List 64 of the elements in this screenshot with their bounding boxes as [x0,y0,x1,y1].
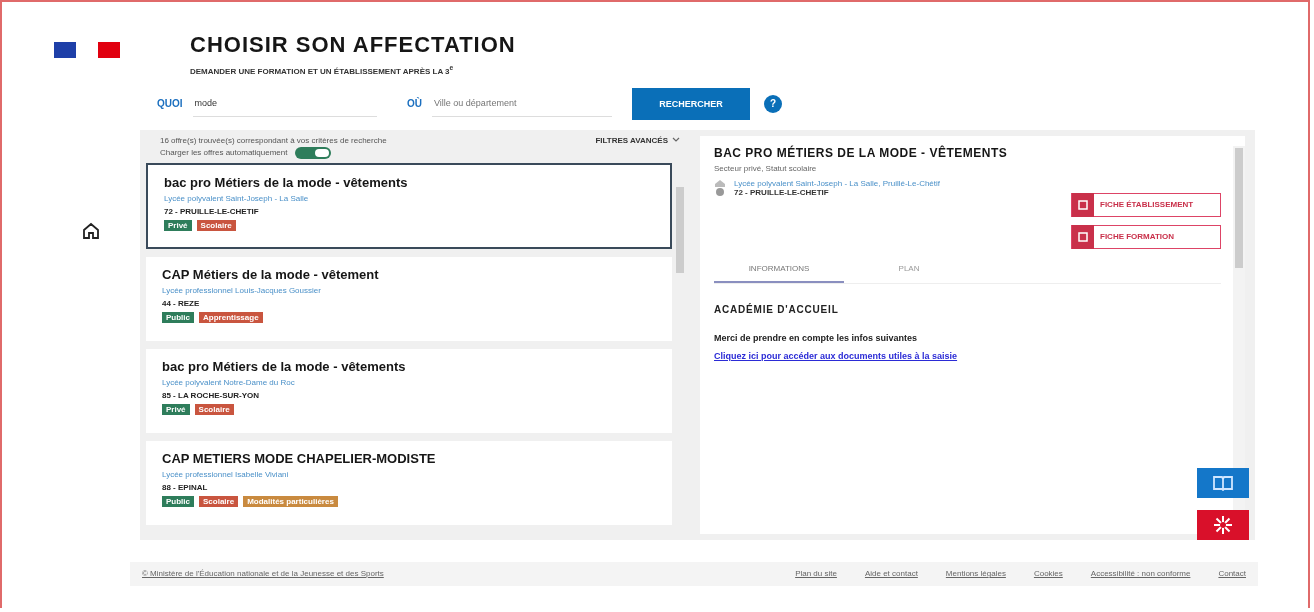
footer-link[interactable]: Plan du site [795,569,837,579]
offer-title: bac pro Métiers de la mode - vêtements [164,174,409,190]
school-link[interactable]: Lycée polyvalent Saint-Joseph - La Salle, Pruillé-Le-Chétif [734,178,941,188]
detail-tab[interactable]: PLAN [844,256,974,283]
home-icon[interactable] [82,221,100,240]
page-title: CHOISIR SON AFFECTATION [190,32,516,58]
status-tag: Privé [164,219,192,231]
footer-link[interactable]: Accessibilité : non conforme [1090,569,1191,579]
school-location: 88 - EPINAL [162,482,209,492]
search-button[interactable]: RECHERCHER [632,87,750,120]
offer-title: CAP METIERS MODE CHAPELIER-MODISTE [162,450,437,466]
advanced-filters-dropdown[interactable]: FILTRES AVANCÉS [595,135,680,145]
detail-tab[interactable]: INFORMATIONS [714,256,844,283]
status-tag: Scolaire [199,495,239,507]
status-tag: Public [162,311,194,323]
where-label: OÙ [407,98,422,110]
chevron-down-icon [672,137,680,144]
results-count: 16 offre(s) trouvée(s) correspondant à vos critères de recherche [160,135,387,145]
offer-title: CAP Métiers de la mode - vêtement [162,266,380,282]
status-tag: Scolaire [194,403,234,415]
school-name: Lycée polyvalent Notre-Dame du Roc [162,377,296,387]
school-name: Lycée professionnel Isabelle Viviani [162,469,290,479]
footer-link[interactable]: Aide et contact [864,569,918,579]
detail-title: BAC PRO MÉTIERS DE LA MODE - VÊTEMENTS [714,145,1009,160]
copyright-link[interactable]: © Ministère de l'Éducation nationale et de la Jeunesse et des Sports [142,569,384,579]
school-location: 44 - REZE [162,298,201,308]
status-tag: Scolaire [196,219,236,231]
document-icon [1072,224,1094,249]
sheet-button[interactable]: FICHE FORMATION [1071,224,1221,249]
help-icon[interactable]: ? [764,94,782,113]
auto-load-toggle[interactable] [295,146,332,159]
school-name: Lycée professionnel Louis-Jacques Goussier [162,285,322,295]
status-tag: Modalités particulières [243,495,338,507]
sun-icon [1213,514,1233,535]
detail-subtitle: Secteur privé, Statut scolaire [714,163,818,173]
document-icon [1072,192,1094,217]
school-location: 72 - PRUILLE-LE-CHETIF [164,206,260,216]
school-name: Lycée polyvalent Saint-Joseph - La Salle [164,193,310,203]
footer-link[interactable]: Cookies [1033,569,1063,579]
page-subtitle: DEMANDER UNE FORMATION ET UN ÉTABLISSEMENT APRÈS LA 3$^{e}$ [190,64,455,76]
building-icon [714,178,726,197]
footer-link[interactable]: Contact [1218,569,1246,579]
book-button[interactable] [1197,467,1249,498]
footer-link[interactable]: Mentions légales [945,569,1006,579]
offer-card[interactable]: CAP METIERS MODE CHAPELIER-MODISTE Lycée professionnel Isabelle Viviani 88 - EPINAL Public Scolaire Modalités particulières [146,440,672,525]
scrollbar[interactable] [1235,147,1243,268]
documents-link[interactable]: Cliquez ici pour accéder aux documents utiles à la saisie [714,350,1221,361]
section-title: ACADÉMIE D'ACCUEIL [714,303,840,315]
offer-card[interactable]: bac pro Métiers de la mode - vêtements Lycée polyvalent Saint-Joseph - La Salle 72 - PRUILLE-LE-CHETIF Privé Scolaire [146,162,672,249]
offer-title: bac pro Métiers de la mode - vêtements [162,358,407,374]
auto-load-label: Charger les offres automatiquement [160,148,288,158]
info-text: Merci de prendre en compte les infos suivantes [714,332,919,343]
sheet-button[interactable]: FICHE ÉTABLISSEMENT [1071,192,1221,217]
school-location: 72 - PRUILLE-LE-CHETIF [734,187,829,197]
book-icon [1212,474,1234,491]
status-tag: Apprentissage [199,311,263,323]
flag-logo [54,42,120,58]
what-label: QUOI [157,98,183,110]
offer-card[interactable]: bac pro Métiers de la mode - vêtements Lycée polyvalent Notre-Dame du Roc 85 - LA ROCHE-SUR-YON Privé Scolaire [146,348,672,433]
school-location: 85 - LA ROCHE-SUR-YON [162,390,261,400]
offer-card[interactable]: CAP Métiers de la mode - vêtement Lycée professionnel Louis-Jacques Goussier 44 - REZE Public Apprentissage [146,256,672,341]
status-tag: Privé [162,403,190,415]
accessibility-button[interactable] [1197,509,1249,540]
status-tag: Public [162,495,194,507]
